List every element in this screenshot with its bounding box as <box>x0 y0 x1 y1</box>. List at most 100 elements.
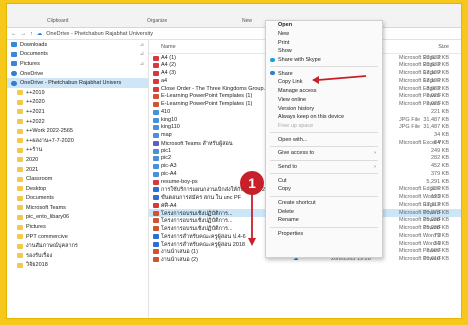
file-name: pic1 <box>161 147 172 154</box>
folder-icon <box>17 147 23 153</box>
menu-item[interactable]: Open <box>266 21 382 30</box>
folder-icon <box>17 128 23 134</box>
sidebar-item[interactable]: Pictures ⊿ <box>7 59 148 69</box>
sidebar-item[interactable]: PPT commercive <box>7 232 148 242</box>
sidebar-item-label: Desktop <box>26 185 47 192</box>
sidebar-item[interactable]: Downloads ⊿ <box>7 40 148 50</box>
menu-item[interactable]: Delete <box>266 207 382 216</box>
file-size: 17,190 KB <box>423 77 449 84</box>
file-size: 5,291 KB <box>426 178 449 185</box>
sidebar-item[interactable]: ++2019 <box>7 88 148 98</box>
ppt-file-icon <box>153 218 159 224</box>
menu-item[interactable]: Copy <box>266 185 382 194</box>
sidebar-item-label: งานสัมภาษณ์บุคลากร <box>26 243 78 250</box>
img-file-icon <box>153 148 159 154</box>
menu-item: Free up space <box>266 122 382 131</box>
sidebar-item-label: ++2020 <box>26 99 45 106</box>
onedrive-icon: ☁ <box>36 30 43 37</box>
folder-icon <box>17 167 23 173</box>
chevron-right-icon: › <box>374 150 376 157</box>
back-icon[interactable]: ← <box>11 31 17 37</box>
img-file-icon <box>153 164 159 169</box>
sidebar-item[interactable]: 2021 <box>7 165 148 175</box>
menu-item[interactable]: Share <box>266 69 382 78</box>
sidebar-item[interactable]: งานสัมภาษณ์บุคลากร <box>7 241 148 251</box>
menu-item[interactable]: Give access to › <box>266 149 382 158</box>
step-badge: 1 <box>240 171 264 195</box>
menu-item-label: Copy Link <box>278 79 303 86</box>
column-size-header[interactable]: Size <box>438 44 449 50</box>
sidebar-item-label: 2021 <box>26 166 39 173</box>
menu-item[interactable]: Manage access <box>266 87 382 96</box>
pdf-file-icon <box>153 71 159 76</box>
sidebar-item-label: ++ร้าน <box>26 147 43 154</box>
menu-item[interactable]: Copy Link <box>266 78 382 87</box>
sidebar-item[interactable]: Microsoft Teams <box>7 203 148 213</box>
menu-item-label: Create shortcut <box>278 200 316 207</box>
menu-item[interactable]: Always keep on this device <box>266 113 382 122</box>
file-size: 79 KB <box>434 232 449 239</box>
doc-file-icon <box>153 187 159 193</box>
sidebar-item[interactable]: OneDrive <box>7 69 148 79</box>
menu-item[interactable]: Rename <box>266 216 382 225</box>
context-menu: Open New Print Show Share with Skype Share Cop… <box>265 20 383 258</box>
breadcrumb[interactable]: OneDrive - Phetchabun Rajabhat Universit… <box>46 31 153 37</box>
file-size: 31,487 KB <box>423 124 449 131</box>
teams-file-icon <box>153 140 159 146</box>
folder-icon <box>17 253 23 259</box>
file-name: king110 <box>161 124 180 131</box>
menu-item[interactable]: Create shortcut <box>266 199 382 208</box>
sidebar-item[interactable]: Documents ⊿ <box>7 50 148 60</box>
menu-item[interactable]: New <box>266 30 382 39</box>
menu-item[interactable]: Share with Skype <box>266 56 382 65</box>
img-file-icon <box>153 117 159 123</box>
sidebar-item[interactable]: วิจัย2018 <box>7 261 148 271</box>
sidebar-item[interactable]: ++ร้าน <box>7 146 148 156</box>
sidebar-item[interactable]: Desktop <box>7 184 148 194</box>
sidebar-item[interactable]: pic_ento_libary06 <box>7 213 148 223</box>
sidebar-item[interactable]: ++ผลงาน+7-7-2020 <box>7 136 148 146</box>
pdf-file-icon <box>153 78 159 84</box>
file-size: 10,373 KB <box>423 209 449 216</box>
menu-item[interactable]: Properties <box>266 230 382 239</box>
chevron-right-icon: › <box>374 163 376 170</box>
pin-icon: ⊿ <box>139 60 144 67</box>
sidebar-item[interactable]: 2020 <box>7 155 148 165</box>
skype-icon <box>270 57 275 62</box>
sidebar-item[interactable]: ++Work 2022-2565 <box>7 126 148 136</box>
menu-item[interactable]: View online <box>266 96 382 105</box>
sidebar-item[interactable]: Classroom <box>7 174 148 184</box>
file-size: 84 KB <box>434 139 449 146</box>
sidebar-item[interactable]: รองรับเรื่อง <box>7 251 148 261</box>
ribbon-group-clipboard: Clipboard <box>47 18 69 24</box>
sidebar-item[interactable]: Documents <box>7 194 148 204</box>
sidebar-item[interactable]: Pictures <box>7 222 148 232</box>
sidebar-item[interactable]: ++2022 <box>7 117 148 127</box>
cloud-icon <box>11 80 17 86</box>
up-icon[interactable]: ↑ <box>30 31 33 37</box>
menu-separator <box>270 66 378 68</box>
menu-item-label: Give access to <box>278 150 315 157</box>
file-name: pic2 <box>161 155 172 162</box>
sidebar-item[interactable]: ++2020 <box>7 98 148 108</box>
menu-item[interactable]: Show <box>266 47 382 56</box>
menu-separator <box>270 195 378 197</box>
menu-item-label: Version history <box>278 105 315 112</box>
sidebar-item[interactable]: ++2021 <box>7 107 148 117</box>
column-name-header[interactable]: Name <box>161 44 176 50</box>
menu-item[interactable]: Send to › <box>266 163 382 172</box>
sidebar-item-label: ++Work 2022-2565 <box>26 128 73 135</box>
menu-item[interactable]: Print <box>266 38 382 47</box>
file-size: 221 KB <box>430 108 449 115</box>
folder-icon <box>17 262 23 268</box>
library-icon <box>11 51 17 57</box>
forward-icon[interactable]: → <box>21 31 27 37</box>
sidebar-item-label: ++ผลงาน+7-7-2020 <box>26 137 74 144</box>
sidebar-item-label: Documents <box>26 195 54 202</box>
menu-item[interactable]: Version history <box>266 104 382 113</box>
file-name: a4 <box>161 77 168 84</box>
menu-item[interactable]: Open with... <box>266 135 382 144</box>
address-bar[interactable]: ← → ↑ ☁ OneDrive - Phetchabun Rajabhat U… <box>7 28 461 40</box>
menu-item[interactable]: Cut <box>266 176 382 185</box>
sidebar-item[interactable]: OneDrive - Phetchabun Rajabhat Univers <box>7 78 148 88</box>
